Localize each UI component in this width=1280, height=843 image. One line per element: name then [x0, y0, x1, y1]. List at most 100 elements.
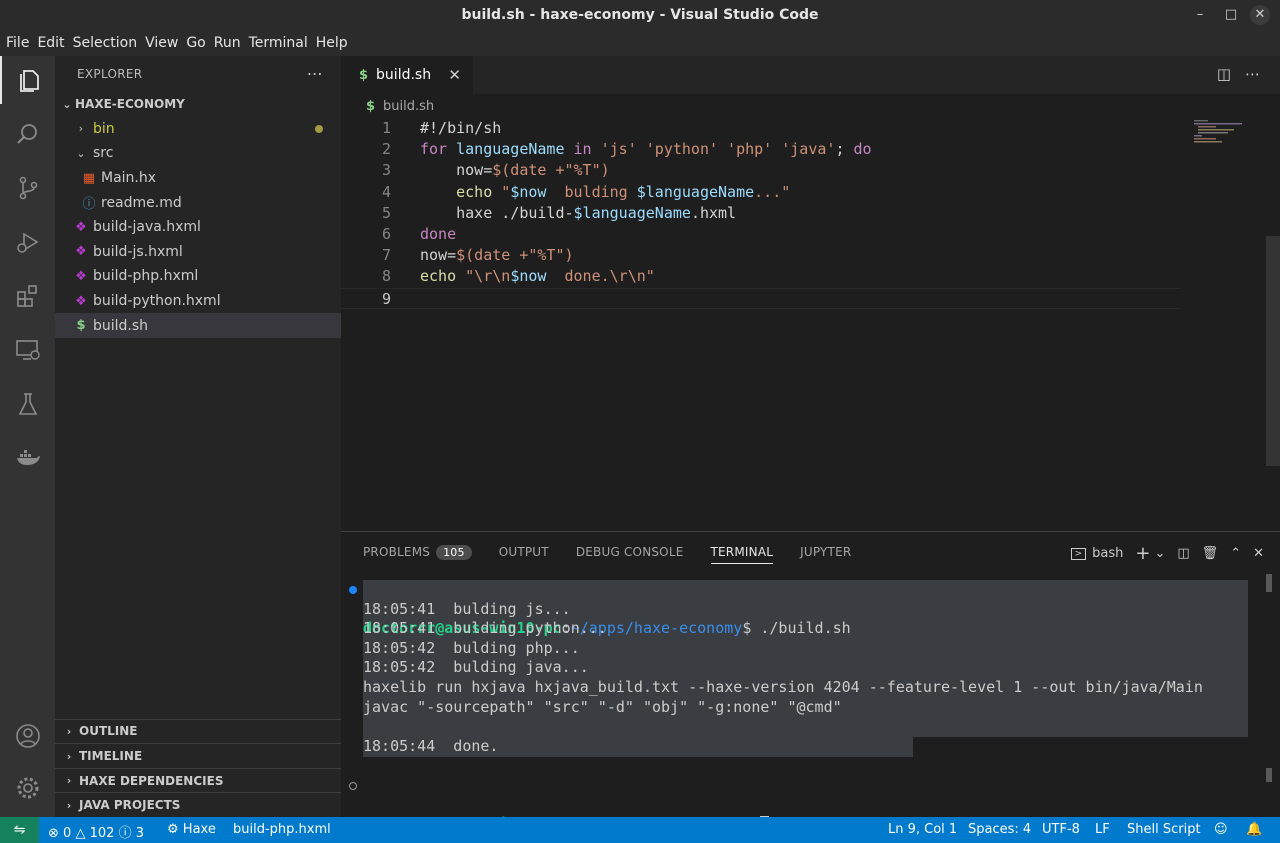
- account-icon[interactable]: [0, 712, 55, 760]
- menu-view[interactable]: View: [141, 35, 182, 51]
- code-line[interactable]: 7 now=$(date +"%T"): [341, 245, 1181, 266]
- terminal[interactable]: doctorrr@asus-win10-pc:~/apps/haxe-econo…: [341, 574, 1280, 834]
- notifications-bell-icon[interactable]: 🔔: [1246, 822, 1262, 837]
- code-line[interactable]: 3 now=$(date +"%T"): [341, 160, 1181, 181]
- remote-explorer-icon[interactable]: [0, 326, 55, 374]
- terminal-prompt-line: doctorrr@asus-win10-pc:~/apps/haxe-econo…: [341, 776, 1280, 834]
- tree-file-build-java[interactable]: ❖ build-java.hxml: [55, 215, 341, 240]
- tab-build-sh[interactable]: $ build.sh ✕: [341, 56, 473, 94]
- editor-tabs: $ build.sh ✕ ◫ ⋯: [341, 56, 1280, 94]
- maximize-panel-icon[interactable]: ⌃: [1230, 546, 1241, 561]
- indentation-status[interactable]: Spaces: 4: [968, 822, 1031, 837]
- tab-debug-console[interactable]: DEBUG CONSOLE: [576, 532, 684, 572]
- command-decoration-icon[interactable]: [349, 781, 357, 790]
- code-text: haxe ./build-$languageName.hxml: [420, 203, 736, 224]
- terminal-scrollbar-thumb[interactable]: [1266, 768, 1272, 782]
- editor-scrollbar[interactable]: [1266, 236, 1280, 466]
- tree-folder-bin[interactable]: › bin: [55, 117, 341, 142]
- close-window-button[interactable]: ✕: [1250, 5, 1270, 25]
- tree-file-build-sh[interactable]: $ build.sh: [55, 313, 341, 338]
- code-line[interactable]: 5 haxe ./build-$languageName.hxml: [341, 203, 1181, 224]
- maximize-button[interactable]: □: [1221, 5, 1241, 25]
- testing-icon[interactable]: [0, 380, 55, 428]
- panel-tabs: PROBLEMS 105 OUTPUT DEBUG CONSOLE TERMIN…: [341, 532, 1280, 572]
- code-token: do: [853, 140, 872, 159]
- menu-go[interactable]: Go: [182, 35, 209, 51]
- split-terminal-icon[interactable]: ◫: [1177, 546, 1189, 561]
- code-line[interactable]: 4 echo "$now bulding $languageName...": [341, 182, 1181, 203]
- extensions-icon[interactable]: [0, 272, 55, 320]
- tab-output[interactable]: OUTPUT: [499, 532, 549, 572]
- language-mode-status[interactable]: Shell Script: [1127, 822, 1201, 837]
- more-actions-icon[interactable]: ⋯: [307, 64, 323, 83]
- tab-label: OUTPUT: [498, 545, 549, 559]
- split-editor-icon[interactable]: ◫: [1217, 65, 1231, 83]
- run-debug-icon[interactable]: [0, 218, 55, 266]
- code-editor[interactable]: 1 #!/bin/sh 2 for languageName in 'js' 'pyt…: [341, 118, 1181, 309]
- tree-file-main-hx[interactable]: ▦ Main.hx: [55, 166, 341, 191]
- tree-file-build-js[interactable]: ❖ build-js.hxml: [55, 240, 341, 265]
- tab-jupyter[interactable]: JUPYTER: [800, 532, 851, 572]
- minimap[interactable]: [1190, 118, 1260, 148]
- menu-selection[interactable]: Selection: [69, 35, 142, 51]
- code-line[interactable]: 6 done: [341, 224, 1181, 245]
- source-control-icon[interactable]: [0, 164, 55, 212]
- workspace-root-label: HAXE-ECONOMY: [75, 97, 185, 112]
- section-outline[interactable]: › OUTLINE: [55, 718, 341, 744]
- workspace-root[interactable]: ⌄ HAXE-ECONOMY: [55, 92, 341, 117]
- code-token: haxe ./build-: [420, 203, 574, 222]
- more-actions-icon[interactable]: ⋯: [1245, 65, 1260, 83]
- cursor-position-status[interactable]: Ln 9, Col 1: [888, 822, 957, 837]
- terminal-scrollbar[interactable]: [1266, 574, 1272, 592]
- close-icon[interactable]: ✕: [448, 66, 461, 84]
- shell-file-icon: $: [366, 98, 376, 114]
- new-terminal-icon[interactable]: +: [1135, 543, 1150, 564]
- tab-terminal[interactable]: TERMINAL: [710, 532, 774, 572]
- tree-file-readme[interactable]: ⓘ readme.md: [55, 190, 341, 215]
- breadcrumb[interactable]: $ build.sh: [341, 94, 1280, 118]
- warning-count: 102: [89, 826, 115, 841]
- menu-terminal[interactable]: Terminal: [245, 35, 312, 51]
- section-java-projects[interactable]: › JAVA PROJECTS: [55, 792, 341, 817]
- terminal-output-line: 18:05:44 done.: [341, 737, 1280, 757]
- info-icon: ⓘ: [118, 826, 132, 841]
- chevron-right-icon: ›: [66, 724, 72, 738]
- tree-file-build-php[interactable]: ❖ build-php.hxml: [55, 264, 341, 289]
- settings-gear-icon[interactable]: [0, 764, 55, 812]
- menu-help[interactable]: Help: [312, 35, 352, 51]
- warning-icon: △: [75, 826, 86, 841]
- tab-problems[interactable]: PROBLEMS 105: [363, 532, 472, 572]
- files-icon[interactable]: [0, 56, 55, 104]
- problems-status[interactable]: ⊗ 0 △ 102 ⓘ 3: [48, 822, 144, 841]
- section-timeline[interactable]: › TIMELINE: [55, 743, 341, 768]
- feedback-icon[interactable]: ☺: [1214, 822, 1228, 837]
- hxml-file-icon: ❖: [75, 219, 87, 235]
- remote-indicator-icon[interactable]: ⇋: [0, 817, 39, 843]
- menu-edit[interactable]: Edit: [33, 35, 68, 51]
- section-label: OUTLINE: [79, 724, 138, 739]
- code-line[interactable]: 9: [341, 287, 1181, 309]
- haxe-status[interactable]: ⚙ Haxe: [167, 822, 216, 837]
- code-line[interactable]: 2 for languageName in 'js' 'python' 'php'…: [341, 139, 1181, 160]
- encoding-status[interactable]: UTF-8: [1042, 822, 1080, 837]
- tree-folder-src[interactable]: ⌄ src: [55, 141, 341, 166]
- tree-item-label: build-python.hxml: [93, 293, 221, 310]
- minimize-button[interactable]: –: [1190, 5, 1210, 25]
- menu-run[interactable]: Run: [210, 35, 245, 51]
- search-icon[interactable]: [0, 110, 55, 158]
- hxml-config-status[interactable]: build-php.hxml: [233, 822, 331, 837]
- trash-icon[interactable]: 🗑: [1202, 546, 1219, 561]
- command-decoration-icon[interactable]: [349, 586, 357, 594]
- code-line[interactable]: 8 echo "\r\n$now done.\r\n": [341, 266, 1181, 287]
- code-token: done.\r\n": [546, 267, 655, 286]
- menu-file[interactable]: File: [2, 35, 33, 51]
- shell-label[interactable]: bash: [1092, 546, 1123, 561]
- tree-file-build-python[interactable]: ❖ build-python.hxml: [55, 289, 341, 314]
- section-haxe-dependencies[interactable]: › HAXE DEPENDENCIES: [55, 767, 341, 793]
- code-line[interactable]: 1 #!/bin/sh: [341, 118, 1181, 139]
- close-panel-icon[interactable]: ✕: [1253, 546, 1264, 561]
- chevron-down-icon[interactable]: ⌄: [1154, 546, 1165, 561]
- eol-status[interactable]: LF: [1095, 822, 1110, 837]
- docker-icon[interactable]: [0, 434, 55, 482]
